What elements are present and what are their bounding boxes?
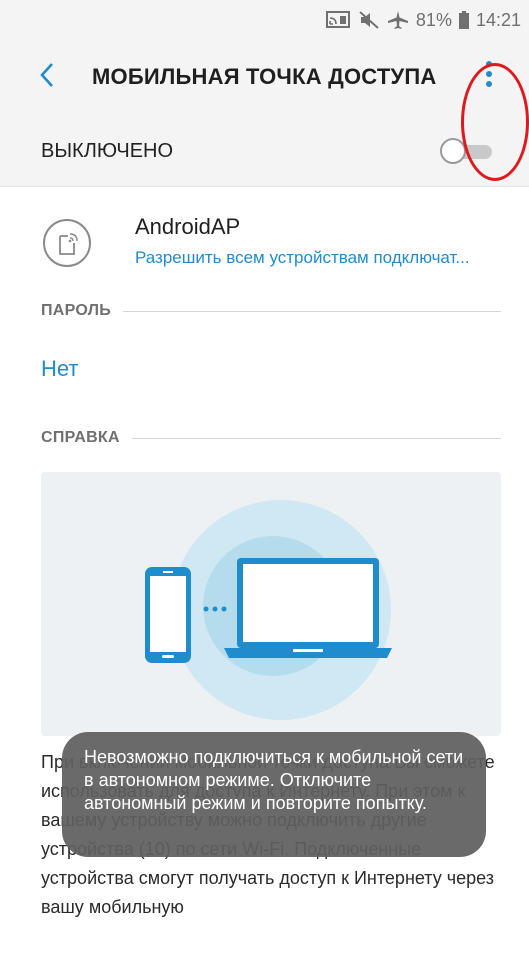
app-bar: МОБИЛЬНАЯ ТОЧКА ДОСТУПА	[0, 40, 529, 116]
toast-message: Невозможно подключиться к мобильной сети…	[62, 732, 486, 857]
network-settings-row[interactable]: AndroidAP Разрешить всем устройствам под…	[0, 187, 529, 279]
status-icons: 81% 14:21	[325, 9, 521, 31]
battery-icon	[458, 11, 469, 29]
password-section-header: ПАРОЛЬ	[41, 301, 501, 321]
more-options-button[interactable]	[474, 56, 504, 96]
battery-percent: 81%	[415, 9, 452, 30]
toggle-thumb	[440, 138, 466, 164]
section-divider	[131, 437, 501, 439]
network-name: AndroidAP	[135, 214, 241, 239]
master-switch-label: ВЫКЛЮЧЕНО	[41, 140, 174, 162]
hotspot-toggle[interactable]	[440, 138, 492, 164]
hotspot-illustration	[41, 472, 501, 736]
back-button[interactable]	[30, 60, 64, 94]
password-value[interactable]: Нет	[41, 356, 78, 382]
page-title: МОБИЛЬНАЯ ТОЧКА ДОСТУПА	[92, 64, 437, 89]
hotspot-device-icon	[43, 219, 91, 267]
clock: 14:21	[475, 9, 521, 30]
section-divider	[123, 310, 501, 312]
help-section-header: СПРАВКА	[41, 428, 501, 448]
airplane-mode-icon	[387, 10, 409, 30]
chevron-left-icon	[38, 61, 56, 94]
more-vert-icon	[485, 60, 493, 93]
screen-mirror-icon	[325, 10, 351, 30]
mute-icon	[358, 10, 380, 30]
status-bar: 81% 14:21	[0, 0, 529, 40]
password-section-label: ПАРОЛЬ	[41, 302, 112, 319]
hotspot-master-switch-row[interactable]: ВЫКЛЮЧЕНО	[0, 116, 529, 187]
network-access-setting: Разрешить всем устройствам подключат...	[135, 248, 470, 267]
help-section-label: СПРАВКА	[41, 429, 120, 446]
